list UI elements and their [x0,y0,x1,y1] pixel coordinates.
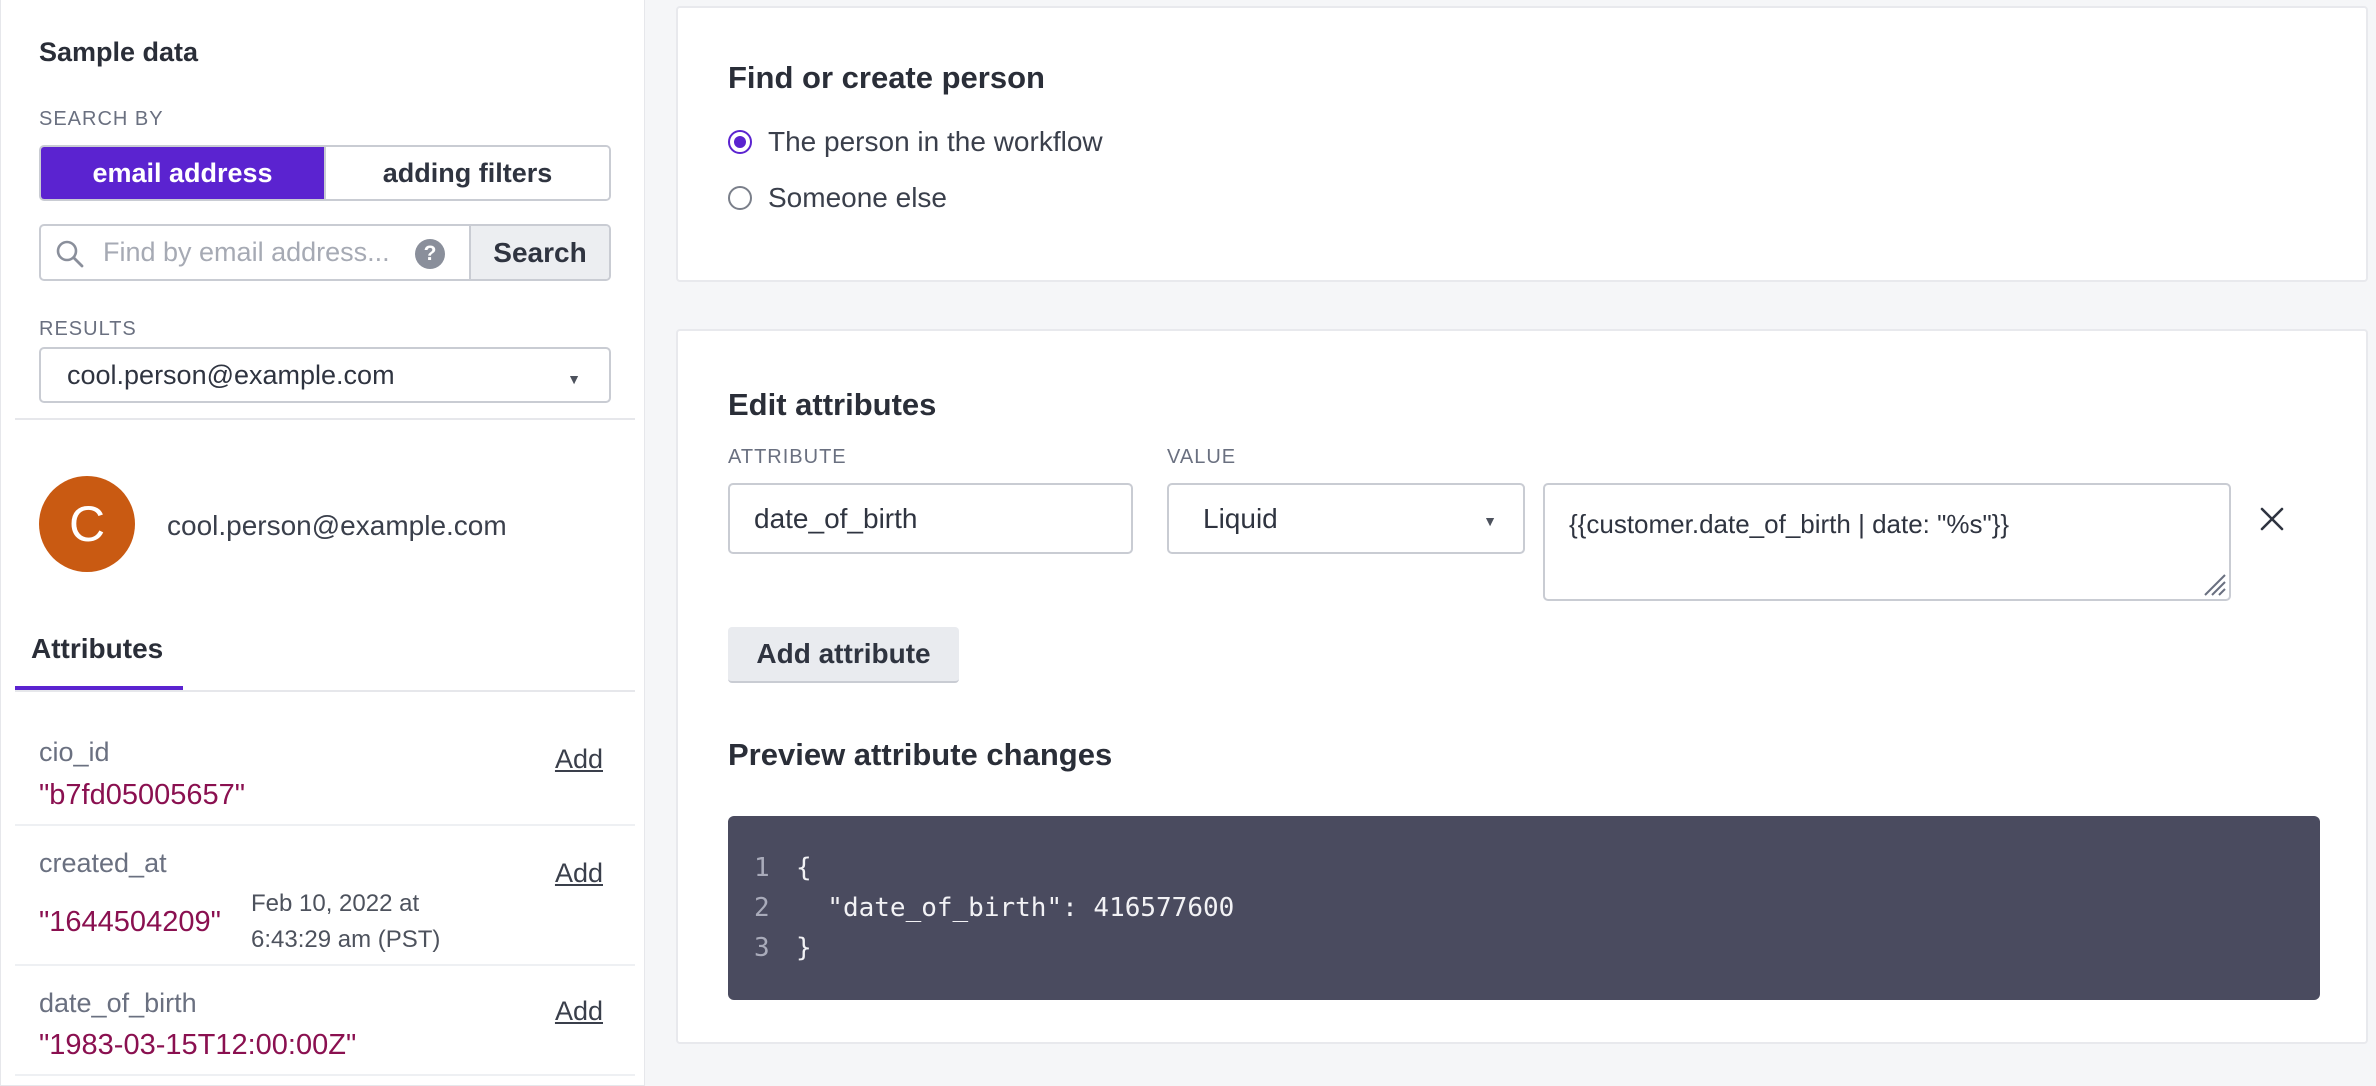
attribute-value: "b7fd05005657" [39,779,246,811]
find-person-title: Find or create person [728,60,1045,95]
code-line: 2 "date_of_birth": 416577600 [728,888,2320,928]
chevron-down-icon: ▼ [567,371,581,387]
add-attribute-link[interactable]: Add [555,858,603,889]
results-select[interactable]: cool.person@example.com ▼ [39,347,611,403]
attribute-key: cio_id [39,737,110,767]
edit-attributes-card: Edit attributes ATTRIBUTE VALUE Liquid ▼… [676,329,2368,1044]
add-attribute-button[interactable]: Add attribute [728,627,959,683]
value-column-label: VALUE [1167,446,1237,468]
value-type-selected: Liquid [1203,502,1278,534]
line-text: { [796,853,812,883]
resize-handle-icon[interactable] [2201,571,2227,597]
search-icon [56,240,84,268]
liquid-value-textarea[interactable]: {{customer.date_of_birth | date: "%s"}} [1543,483,2231,601]
find-person-card: Find or create person The person in the … [676,6,2368,282]
attribute-value: "1644504209" [39,906,221,938]
radio-label: Someone else [768,182,948,213]
code-line: 1 { [728,848,2320,888]
radio-unchecked-icon[interactable] [728,186,752,210]
sample-data-title: Sample data [39,37,199,67]
edit-attributes-title: Edit attributes [728,387,937,422]
app-root: Sample data SEARCH BY email address addi… [0,0,2376,1086]
search-field: ? [41,226,469,279]
adding-filters-mode-button[interactable]: adding filters [324,147,609,199]
attribute-name-input[interactable] [728,483,1133,554]
help-icon[interactable]: ? [415,239,445,269]
attribute-key: created_at [39,848,167,878]
preview-code-block: 1 { 2 "date_of_birth": 416577600 3 } [728,816,2320,1000]
attribute-row-created-at: created_at "1644504209" Feb 10, 2022 at … [15,826,635,966]
attribute-key: date_of_birth [39,988,197,1018]
search-by-label: SEARCH BY [39,108,164,130]
search-button[interactable]: Search [469,226,609,279]
attribute-value: "1983-03-15T12:00:00Z" [39,1029,357,1061]
line-number: 2 [754,893,770,923]
tab-divider [15,690,635,692]
chevron-down-icon: ▼ [1483,513,1497,529]
radio-label: The person in the workflow [768,126,1103,157]
attribute-date-note: Feb 10, 2022 at 6:43:29 am (PST) [251,886,440,958]
attribute-row-cio-id: cio_id "b7fd05005657" Add [15,722,635,826]
add-attribute-link[interactable]: Add [555,744,603,775]
radio-person-in-workflow[interactable]: The person in the workflow [728,126,1103,158]
attribute-date-line: Feb 10, 2022 at [251,890,420,917]
tab-attributes[interactable]: Attributes [31,633,163,665]
add-attribute-link[interactable]: Add [555,996,603,1027]
value-type-select[interactable]: Liquid ▼ [1167,483,1525,554]
line-text: "date_of_birth": 416577600 [796,893,1235,923]
attribute-column-label: ATTRIBUTE [728,446,847,468]
search-bar: ? Search [39,224,611,281]
email-address-mode-button[interactable]: email address [41,147,324,199]
radio-someone-else[interactable]: Someone else [728,182,947,214]
radio-checked-icon[interactable] [728,130,752,154]
preview-title: Preview attribute changes [728,737,1113,772]
panel-divider [15,418,635,420]
profile-email: cool.person@example.com [167,510,507,541]
line-number: 1 [754,853,770,883]
line-number: 3 [754,933,770,963]
sample-data-panel: Sample data SEARCH BY email address addi… [0,0,645,1086]
results-selected-value: cool.person@example.com [67,359,395,390]
search-mode-toggle: email address adding filters [39,145,611,201]
avatar: C [39,476,135,572]
code-line: 3 } [728,928,2320,968]
email-search-input[interactable] [103,226,403,279]
line-text: } [796,933,812,963]
attribute-time-line: 6:43:29 am (PST) [251,926,441,953]
attribute-row-date-of-birth: date_of_birth "1983-03-15T12:00:00Z" Add [15,966,635,1076]
results-label: RESULTS [39,318,137,340]
remove-attribute-close-icon[interactable] [2258,505,2286,533]
